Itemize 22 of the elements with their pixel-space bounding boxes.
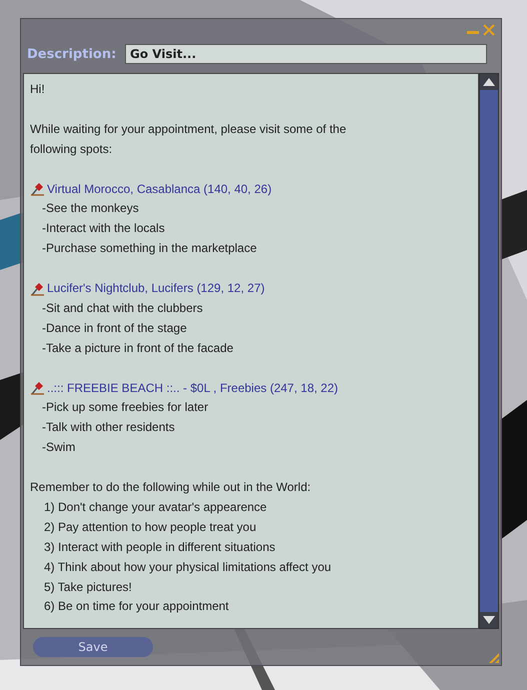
landmark-link[interactable]: ..::: FREEBIE BEACH ::.. - $0L , Freebies (247, 18, 22): [47, 378, 338, 398]
intro-text: While waiting for your appointment, please visit some of the following spots:: [30, 120, 348, 158]
numbered-item-text: 6) Be on time for your appointment: [43, 598, 230, 616]
list-item-text: -Pick up some freebies for later: [41, 399, 210, 416]
list-item-text: -Sit and chat with the clubbers: [41, 300, 204, 317]
numbered-item-text: 4) Think about how your physical limitations affect you: [43, 558, 332, 576]
list-item-text: -Talk with other residents: [41, 419, 176, 436]
landmark-link[interactable]: Lucifer's Nightclub, Lucifers (129, 12, 27): [47, 279, 265, 299]
reminder-intro-text: Remember to do the following while out in the World:: [30, 479, 312, 496]
list-item-text: -Interact with the locals: [41, 220, 166, 238]
numbered-item-text: 3) Interact with people in different situations: [43, 538, 276, 556]
greeting-text: Hi!: [30, 81, 46, 98]
list-item-text: -Take a picture in front of the facade: [41, 340, 234, 357]
description-field[interactable]: Go Visit...: [125, 44, 487, 64]
numbered-item-text: 1) Don't change your avatar's appearence: [43, 498, 268, 516]
list-item-text: -See the monkeys: [41, 200, 140, 218]
numbered-item-text: 5) Take pictures!: [43, 578, 133, 596]
landmark-link[interactable]: Virtual Morocco, Casablanca (140, 40, 26): [47, 180, 272, 200]
list-item-text: -Purchase something in the marketplace: [41, 240, 258, 258]
list-item-text: -Swim: [41, 439, 76, 456]
numbered-item-text: 2) Pay attention to how people treat you: [43, 518, 258, 536]
list-item-text: -Dance in front of the stage: [41, 320, 188, 337]
